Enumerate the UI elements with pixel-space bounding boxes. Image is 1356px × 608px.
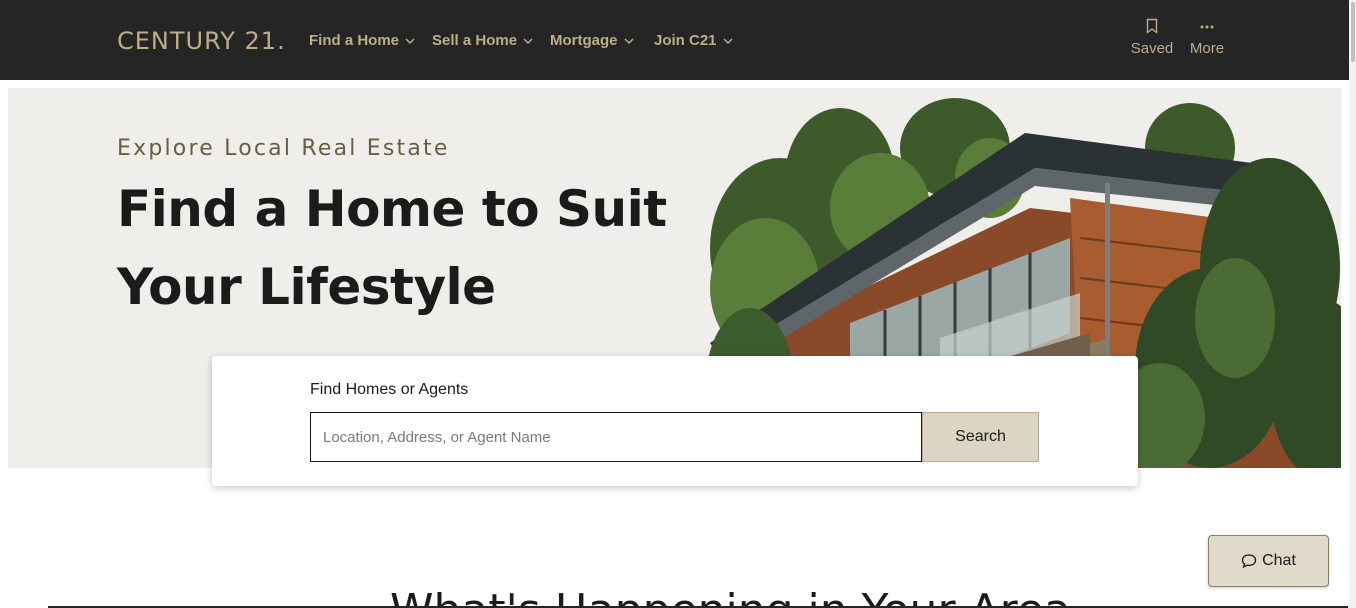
ellipsis-icon (1200, 25, 1214, 29)
nav-label: Sell a Home (432, 32, 518, 49)
nav-join-c21[interactable]: Join C21 (654, 31, 733, 51)
section-heading: What's Happening in Your Area (390, 585, 1071, 608)
chevron-down-icon (405, 38, 415, 45)
chat-button[interactable]: Chat (1208, 535, 1329, 587)
search-card: Find Homes or Agents Search (212, 356, 1138, 486)
nav-label: Mortgage (550, 32, 618, 49)
chat-bubble-icon (1241, 554, 1257, 569)
century21-logo[interactable]: CENTURY 21. (117, 28, 286, 54)
location-search-input[interactable] (310, 412, 922, 462)
more-button[interactable]: More (1186, 18, 1228, 57)
hero-title: Find a Home to Suit Your Lifestyle (117, 180, 667, 316)
scrollbar-thumb[interactable] (1351, 2, 1355, 62)
more-label: More (1189, 40, 1225, 57)
chevron-down-icon (623, 38, 634, 45)
chevron-down-icon (523, 38, 533, 45)
nav-sell-a-home[interactable]: Sell a Home (432, 31, 533, 51)
search-label: Find Homes or Agents (310, 381, 469, 398)
nav-mortgage[interactable]: Mortgage (550, 31, 634, 51)
nav-find-a-home[interactable]: Find a Home (309, 31, 415, 51)
saved-label: Saved (1130, 40, 1174, 57)
nav-label: Find a Home (309, 32, 400, 49)
search-button[interactable]: Search (922, 412, 1039, 462)
chevron-down-icon (723, 38, 733, 45)
nav-label: Join C21 (654, 32, 717, 49)
hero-eyebrow: Explore Local Real Estate (117, 136, 450, 161)
bookmark-icon (1146, 18, 1158, 34)
chat-label: Chat (1262, 552, 1296, 569)
page-scrollbar[interactable] (1349, 0, 1356, 608)
site-header: CENTURY 21. Find a Home Sell a Home Mort… (0, 0, 1349, 80)
saved-button[interactable]: Saved (1129, 18, 1175, 57)
